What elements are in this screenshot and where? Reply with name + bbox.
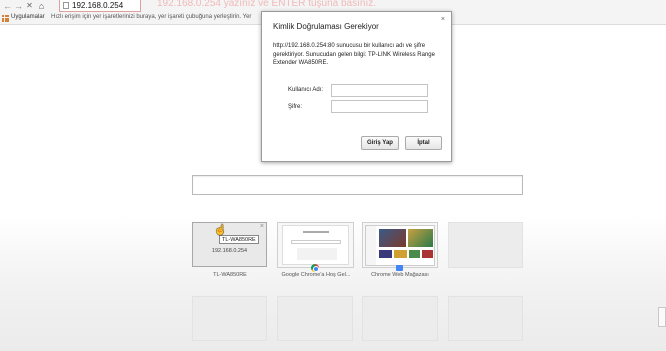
empty-tile [448,296,523,341]
forward-arrow-icon[interactable]: → [13,0,24,12]
empty-tile [192,296,267,341]
close-icon[interactable]: × [441,16,445,23]
tile-label[interactable]: TL-WA850RE [185,272,275,278]
empty-tile [448,222,523,268]
apps-grid-icon[interactable] [2,15,9,22]
empty-tile [362,296,438,341]
auth-dialog: Kimlik Doğrulaması Gerekiyor × http://19… [261,11,452,162]
tile-label[interactable]: Google Chrome'a Hoş Gel... [271,272,361,278]
address-bar[interactable]: 192.168.0.254 [59,0,141,12]
back-arrow-icon[interactable]: ← [2,0,13,12]
web-store-icon [396,265,403,271]
username-field[interactable] [331,84,428,97]
tile-thumb-text: 192.168.0.254 [211,248,248,254]
tile-thumbnail [365,225,435,266]
scrollbar[interactable] [658,307,666,327]
password-field[interactable] [331,100,428,113]
empty-tile [277,296,353,341]
tile-label[interactable]: Chrome Web Mağazası [355,272,445,278]
hand-cursor-icon: ☝ [214,225,227,236]
username-label: Kullanıcı Adı: [288,87,324,93]
close-icon[interactable]: × [260,223,264,230]
address-text: 192.168.0.254 [72,1,124,10]
dialog-title: Kimlik Doğrulaması Gerekiyor [273,22,379,31]
tile-tooltip: TL-WA850RE [219,235,259,244]
dialog-message: http://192.168.0.254:80 sunucusu bir kul… [273,43,435,66]
home-icon[interactable]: ⌂ [36,0,47,12]
chrome-logo-icon [311,264,319,272]
tile-thumbnail [282,225,349,265]
bookmark-apps[interactable]: Uygulamalar [11,14,45,20]
page-icon [63,2,69,9]
login-button[interactable]: Giriş Yap [361,136,399,150]
stop-icon[interactable]: ✕ [24,0,35,12]
cancel-button[interactable]: İptal [405,136,442,150]
overlay-instruction: 192.168.0.254 yazınız ve ENTER tuşuna ba… [157,0,377,9]
most-visited-tile-tl-wa850re[interactable]: × 192.168.0.254 [192,222,267,267]
search-input[interactable] [192,175,523,195]
bookmarks-hint: Hızlı erişim için yer işaretlerinizi bur… [51,14,252,20]
password-label: Şifre: [288,104,303,110]
